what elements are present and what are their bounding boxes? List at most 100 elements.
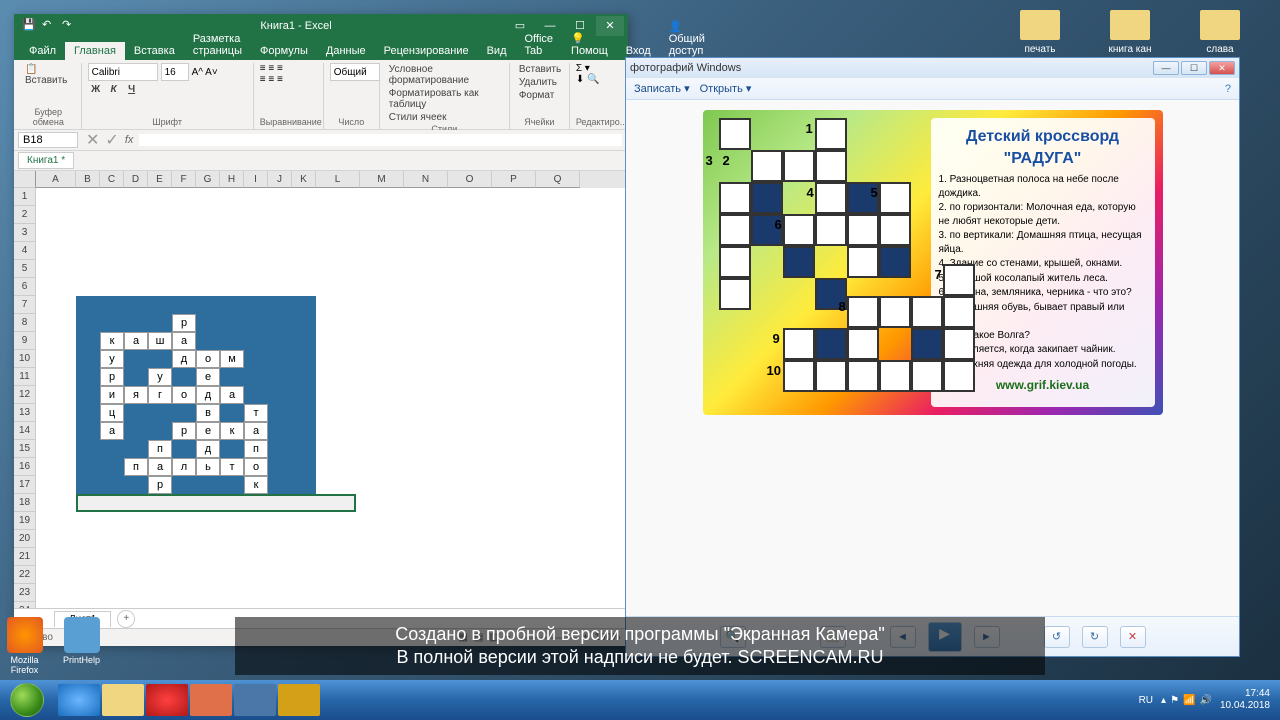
start-button[interactable] [0,680,54,720]
col-header-C[interactable]: C [100,171,124,188]
conditional-format-button[interactable]: Условное форматирование [386,63,503,87]
tray-network-icon[interactable]: 📶 [1183,695,1195,706]
paste-button[interactable]: 📋Вставить [22,63,70,87]
share-button[interactable]: 👤 Общий доступ [660,17,714,60]
row-header-6[interactable]: 6 [14,278,36,296]
col-header-B[interactable]: B [76,171,100,188]
add-sheet-button[interactable]: + [117,610,135,628]
cell-C11[interactable]: р [100,368,124,386]
cell-C10[interactable]: у [100,350,124,368]
desktop-folder-slava[interactable]: слава [1190,10,1250,55]
font-name-select[interactable] [88,63,158,81]
row-header-2[interactable]: 2 [14,206,36,224]
col-header-O[interactable]: O [448,171,492,188]
cell-G16[interactable]: ь [196,458,220,476]
row-header-3[interactable]: 3 [14,224,36,242]
row-header-8[interactable]: 8 [14,314,36,332]
italic-button[interactable]: К [106,84,122,100]
rotate-cw-button[interactable]: ↻ [1082,626,1108,648]
col-header-F[interactable]: F [172,171,196,188]
font-size-select[interactable] [161,63,189,81]
cell-C12[interactable]: и [100,386,124,404]
cell-styles-button[interactable]: Стили ячеек [386,111,450,124]
desktop-folder-book[interactable]: книга кан [1100,10,1160,55]
row-header-22[interactable]: 22 [14,566,36,584]
cell-F10[interactable]: д [172,350,196,368]
row-header-12[interactable]: 12 [14,386,36,404]
row-header-14[interactable]: 14 [14,422,36,440]
taskbar-app2[interactable] [278,684,320,716]
row-header-5[interactable]: 5 [14,260,36,278]
cell-D16[interactable]: п [124,458,148,476]
row-header-19[interactable]: 19 [14,512,36,530]
pv-burn-menu[interactable]: Записать ▾ [634,82,690,95]
row-header-24[interactable]: 24 [14,602,36,608]
tray-flag-icon[interactable]: ⚑ [1170,695,1179,706]
clock[interactable]: 17:44 10.04.2018 [1220,688,1270,712]
firefox-icon[interactable]: Mozilla Firefox [2,617,47,675]
row-header-17[interactable]: 17 [14,476,36,494]
taskbar-app1[interactable] [190,684,232,716]
cell-H14[interactable]: к [220,422,244,440]
cell-F12[interactable]: о [172,386,196,404]
insert-button[interactable]: Вставить [516,63,564,76]
formula-input[interactable] [139,134,622,146]
tray-volume-icon[interactable]: 🔊 [1199,695,1211,706]
redo-icon[interactable]: ↷ [62,18,78,34]
pv-open-menu[interactable]: Открыть ▾ [700,82,752,95]
tab-home[interactable]: Главная [65,42,125,60]
cancel-formula-icon[interactable]: ✕ [86,130,99,150]
col-header-E[interactable]: E [148,171,172,188]
cell-E16[interactable]: а [148,458,172,476]
row-header-7[interactable]: 7 [14,296,36,314]
help-button[interactable]: 💡 Помощ [562,29,617,60]
tab-formulas[interactable]: Формулы [251,42,317,60]
row-header-11[interactable]: 11 [14,368,36,386]
pv-close-button[interactable]: ✕ [1209,61,1235,75]
save-icon[interactable]: 💾 [22,18,38,34]
photo-viewer-titlebar[interactable]: фотографий Windows — ☐ ✕ [626,58,1239,78]
col-header-A[interactable]: A [36,171,76,188]
cell-I15[interactable]: п [244,440,268,458]
row-header-16[interactable]: 16 [14,458,36,476]
cell-H10[interactable]: м [220,350,244,368]
col-header-G[interactable]: G [196,171,220,188]
cell-E12[interactable]: г [148,386,172,404]
format-button[interactable]: Формат [516,89,558,102]
cell-F16[interactable]: л [172,458,196,476]
col-header-K[interactable]: K [292,171,316,188]
col-header-H[interactable]: H [220,171,244,188]
col-header-M[interactable]: M [360,171,404,188]
cell-E9[interactable]: ш [148,332,172,350]
row-header-4[interactable]: 4 [14,242,36,260]
number-format-select[interactable] [330,63,380,81]
col-header-L[interactable]: L [316,171,360,188]
cell-F8[interactable]: р [172,314,196,332]
underline-button[interactable]: Ч [124,84,140,100]
delete-button[interactable]: Удалить [516,76,560,89]
cell-D9[interactable]: а [124,332,148,350]
tab-insert[interactable]: Вставка [125,42,184,60]
pv-maximize-button[interactable]: ☐ [1181,61,1207,75]
cell-G15[interactable]: д [196,440,220,458]
name-box[interactable] [18,132,78,148]
tab-data[interactable]: Данные [317,42,375,60]
tab-file[interactable]: Файл [20,42,65,60]
cell-H12[interactable]: а [220,386,244,404]
cell-G10[interactable]: о [196,350,220,368]
row-header-1[interactable]: 1 [14,188,36,206]
help-icon[interactable]: ? [1225,83,1231,95]
col-header-D[interactable]: D [124,171,148,188]
undo-icon[interactable]: ↶ [42,18,58,34]
row-header-23[interactable]: 23 [14,584,36,602]
row-header-15[interactable]: 15 [14,440,36,458]
col-header-J[interactable]: J [268,171,292,188]
taskbar-vk[interactable] [234,684,276,716]
cell-G12[interactable]: д [196,386,220,404]
printhelp-icon[interactable]: PrintHelp [59,617,104,675]
cell-H16[interactable]: т [220,458,244,476]
cell-I16[interactable]: о [244,458,268,476]
pv-minimize-button[interactable]: — [1153,61,1179,75]
col-header-N[interactable]: N [404,171,448,188]
col-header-P[interactable]: P [492,171,536,188]
